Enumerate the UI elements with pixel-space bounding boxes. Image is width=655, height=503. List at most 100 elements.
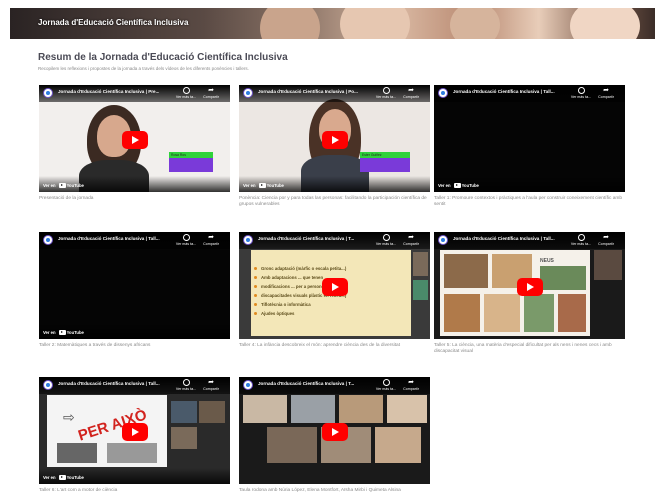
- video-caption: Taller 2: Matemàtiques a través de disse…: [39, 343, 151, 348]
- video-title[interactable]: Jornada d'Educació Científica Inclusiva …: [58, 89, 159, 94]
- share-button[interactable]: ➦ Compartir: [199, 87, 223, 99]
- channel-avatar-icon[interactable]: [43, 380, 53, 390]
- watch-later-button[interactable]: Ver más ta...: [569, 87, 593, 99]
- share-button[interactable]: ➦ Compartir: [399, 379, 423, 391]
- collage-photo: [444, 254, 488, 288]
- share-button[interactable]: ➦ Compartir: [594, 234, 618, 246]
- channel-avatar-icon[interactable]: [438, 88, 448, 98]
- channel-avatar-icon[interactable]: [43, 88, 53, 98]
- watch-on-label: Ver en: [43, 329, 56, 335]
- name-tag-details: [360, 158, 410, 172]
- watch-on-label: Ver en: [43, 474, 56, 480]
- youtube-label: YouTube: [66, 329, 84, 335]
- video-embed[interactable]: ⇨ PER AIXÒ Jornada d'Educació Científica…: [39, 377, 230, 484]
- video-embed[interactable]: Jornada d'Educació Científica Inclusiva …: [239, 377, 430, 484]
- participant-tile: [594, 250, 622, 280]
- participant-tile: [413, 252, 428, 276]
- participant-tile: [199, 401, 225, 423]
- play-button[interactable]: [322, 278, 348, 296]
- video-title[interactable]: Jornada d'Educació Científica Inclusiva …: [58, 236, 160, 241]
- video-caption: Presentació de la jornada: [39, 196, 94, 201]
- share-button[interactable]: ➦ Compartir: [199, 234, 223, 246]
- watch-later-label: Ver más ta...: [375, 95, 397, 99]
- share-icon: ➦: [603, 234, 609, 241]
- watch-on-youtube-link[interactable]: Ver en YouTube: [43, 183, 84, 188]
- channel-avatar-icon[interactable]: [43, 235, 53, 245]
- share-button[interactable]: ➦ Compartir: [199, 379, 223, 391]
- slide-image: [57, 443, 97, 463]
- share-label: Compartir: [598, 242, 614, 246]
- page-title: Resum de la Jornada d'Educació Científic…: [38, 52, 288, 63]
- play-button[interactable]: [322, 423, 348, 441]
- play-button[interactable]: [122, 131, 148, 149]
- watch-later-label: Ver más ta...: [175, 242, 197, 246]
- watch-later-button[interactable]: Ver más ta...: [174, 234, 198, 246]
- play-button[interactable]: [322, 131, 348, 149]
- banner-photo-face: [570, 8, 640, 39]
- video-bottombar: Ver en YouTube: [239, 176, 430, 192]
- watch-on-youtube-link[interactable]: Ver en YouTube: [43, 475, 84, 480]
- youtube-logo-icon: [58, 330, 66, 335]
- video-embed[interactable]: Jornada d'Educació Científica Inclusiva …: [434, 85, 625, 192]
- participant-tile: [291, 395, 335, 423]
- video-embed[interactable]: Gronc adaptació (màrfic o escala petita.…: [239, 232, 430, 339]
- slide-bullet: Ajudes òptiques: [251, 309, 411, 318]
- video-embed[interactable]: Ester Guiñez Jornada d'Educació Científi…: [239, 85, 430, 192]
- share-label: Compartir: [598, 95, 614, 99]
- watch-on-youtube-link[interactable]: Ver en YouTube: [438, 183, 479, 188]
- share-button[interactable]: ➦ Compartir: [594, 87, 618, 99]
- watch-later-label: Ver más ta...: [375, 242, 397, 246]
- video-title[interactable]: Jornada d'Educació Científica Inclusiva …: [258, 89, 358, 94]
- play-button[interactable]: [122, 423, 148, 441]
- video-title[interactable]: Jornada d'Educació Científica Inclusiva …: [258, 381, 354, 386]
- video-embed[interactable]: Jornada d'Educació Científica Inclusiva …: [39, 232, 230, 339]
- channel-avatar-icon[interactable]: [243, 235, 253, 245]
- video-title[interactable]: Jornada d'Educació Científica Inclusiva …: [58, 381, 160, 386]
- video-caption: Taller 4: La infància descobreix el món:…: [239, 343, 401, 348]
- video-topbar: Jornada d'Educació Científica Inclusiva …: [239, 85, 430, 102]
- video-bottombar: Ver en YouTube: [39, 468, 230, 484]
- participant-tile: [171, 401, 197, 423]
- watch-later-label: Ver más ta...: [570, 242, 592, 246]
- watch-later-button[interactable]: Ver más ta...: [374, 234, 398, 246]
- watch-later-label: Ver más ta...: [570, 95, 592, 99]
- watch-later-button[interactable]: Ver más ta...: [374, 379, 398, 391]
- participant-tile: [413, 280, 428, 300]
- video-title[interactable]: Jornada d'Educació Científica Inclusiva …: [258, 236, 354, 241]
- banner-photo-face: [260, 8, 320, 39]
- youtube-logo-icon: [258, 183, 266, 188]
- video-title[interactable]: Jornada d'Educació Científica Inclusiva …: [453, 89, 555, 94]
- video-embed[interactable]: Rosa Ros Jornada d'Educació Científica I…: [39, 85, 230, 192]
- watch-on-youtube-link[interactable]: Ver en YouTube: [243, 183, 284, 188]
- play-button[interactable]: [517, 278, 543, 296]
- video-title[interactable]: Jornada d'Educació Científica Inclusiva …: [453, 236, 555, 241]
- share-button[interactable]: ➦ Compartir: [399, 87, 423, 99]
- participant-tile: [171, 427, 197, 449]
- watch-later-button[interactable]: Ver más ta...: [374, 87, 398, 99]
- share-button[interactable]: ➦ Compartir: [399, 234, 423, 246]
- clock-icon: [382, 87, 390, 94]
- channel-avatar-icon[interactable]: [243, 88, 253, 98]
- clock-icon: [382, 234, 390, 241]
- banner-photo-face: [340, 8, 410, 39]
- collage-photo: [558, 294, 586, 332]
- watch-later-button[interactable]: Ver más ta...: [174, 87, 198, 99]
- channel-avatar-icon[interactable]: [243, 380, 253, 390]
- collage-photo: [524, 294, 554, 332]
- page-subtitle: Recopilem les reflexions i propostes de …: [38, 66, 249, 71]
- video-topbar: Jornada d'Educació Científica Inclusiva …: [39, 232, 230, 249]
- banner-photo-face: [450, 8, 500, 39]
- watch-later-button[interactable]: Ver más ta...: [569, 234, 593, 246]
- participant-tile: [387, 395, 427, 423]
- channel-avatar-icon[interactable]: [438, 235, 448, 245]
- video-caption: Taller 6: L'art com a motor de ciència: [39, 488, 118, 493]
- youtube-label: YouTube: [66, 474, 84, 480]
- watch-later-label: Ver más ta...: [375, 387, 397, 391]
- video-embed[interactable]: NEUS Jornada d'Educació Científica Inclu…: [434, 232, 625, 339]
- share-label: Compartir: [403, 95, 419, 99]
- video-topbar: Jornada d'Educació Científica Inclusiva …: [39, 85, 230, 102]
- watch-later-button[interactable]: Ver más ta...: [174, 379, 198, 391]
- participant-tile: [243, 395, 287, 423]
- watch-on-youtube-link[interactable]: Ver en YouTube: [43, 330, 84, 335]
- youtube-label: YouTube: [66, 182, 84, 188]
